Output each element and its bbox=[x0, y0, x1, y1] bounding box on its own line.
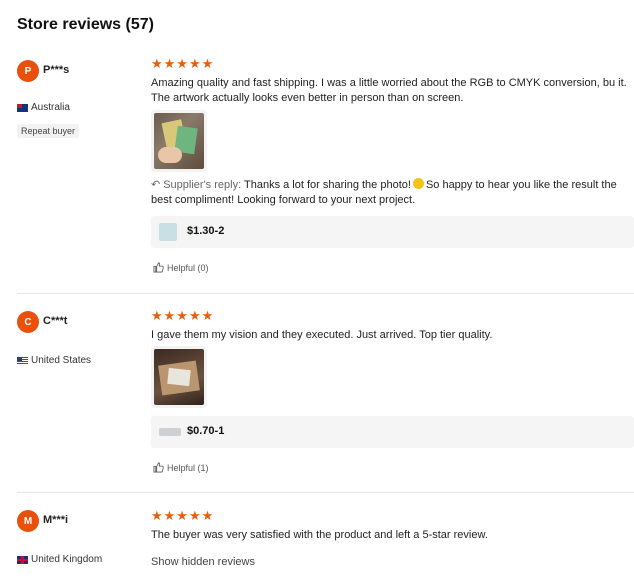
supplier-reply: ↶ Supplier's reply: Thanks a lot for shar… bbox=[151, 178, 634, 208]
reply-text-1: Thanks a lot for sharing the photo! bbox=[244, 179, 411, 191]
country-label: Australia bbox=[31, 102, 70, 113]
helpful-button[interactable]: Helpful (1) bbox=[153, 462, 209, 473]
item-price: $0.70-1 bbox=[187, 425, 225, 437]
country-label: United States bbox=[31, 355, 92, 366]
section-title: Store reviews (57) bbox=[17, 16, 154, 33]
us-flag-icon bbox=[17, 356, 28, 365]
purchased-item[interactable]: $0.70-1 bbox=[151, 416, 634, 448]
review-divider bbox=[17, 293, 634, 294]
purchased-item[interactable]: $1.30-2 bbox=[151, 216, 634, 248]
show-hidden-reviews-link[interactable]: Show hidden reviews bbox=[151, 556, 255, 568]
uk-flag-icon bbox=[17, 555, 28, 564]
reviewer-name: C***t bbox=[43, 315, 68, 327]
repeat-buyer-badge: Repeat buyer bbox=[17, 124, 80, 138]
country-label: United Kingdom bbox=[31, 554, 103, 565]
reply-label: Supplier's reply: bbox=[163, 179, 242, 191]
rating-stars: ★★★★★ bbox=[151, 508, 215, 523]
avatar: C bbox=[17, 311, 39, 333]
rating-stars: ★★★★★ bbox=[151, 308, 215, 323]
item-thumbnail bbox=[159, 428, 181, 436]
reviewer-name: P***s bbox=[43, 64, 70, 76]
australia-flag-icon bbox=[17, 103, 28, 112]
review-divider bbox=[17, 492, 634, 493]
reply-arrow-icon: ↶ bbox=[151, 179, 161, 191]
review-text: I gave them my vision and they executed.… bbox=[151, 329, 493, 341]
helpful-count: Helpful (1) bbox=[167, 462, 209, 473]
store-reviews-panel: Store reviews (57) P P***s Australia Rep… bbox=[0, 0, 634, 584]
review-text: Amazing quality and fast shipping. I was… bbox=[151, 77, 627, 104]
helpful-button[interactable]: Helpful (0) bbox=[153, 262, 209, 273]
thumbs-up-icon bbox=[153, 262, 164, 273]
avatar: M bbox=[17, 510, 39, 532]
reviewer-country: United States bbox=[17, 355, 91, 366]
helpful-count: Helpful (0) bbox=[167, 262, 209, 273]
reviewer-name: M***i bbox=[43, 514, 69, 526]
thumbs-up-icon bbox=[153, 462, 164, 473]
review-photo[interactable] bbox=[151, 346, 207, 408]
review-photo[interactable] bbox=[151, 110, 207, 172]
reviewer-country: United Kingdom bbox=[17, 554, 102, 565]
item-thumbnail bbox=[159, 223, 177, 241]
avatar: P bbox=[17, 60, 39, 82]
rating-stars: ★★★★★ bbox=[151, 56, 215, 71]
item-price: $1.30-2 bbox=[187, 225, 225, 237]
reviewer-country: Australia bbox=[17, 102, 70, 113]
smile-emoji-icon bbox=[412, 178, 424, 189]
review-text: The buyer was very satisfied with the pr… bbox=[151, 529, 488, 541]
